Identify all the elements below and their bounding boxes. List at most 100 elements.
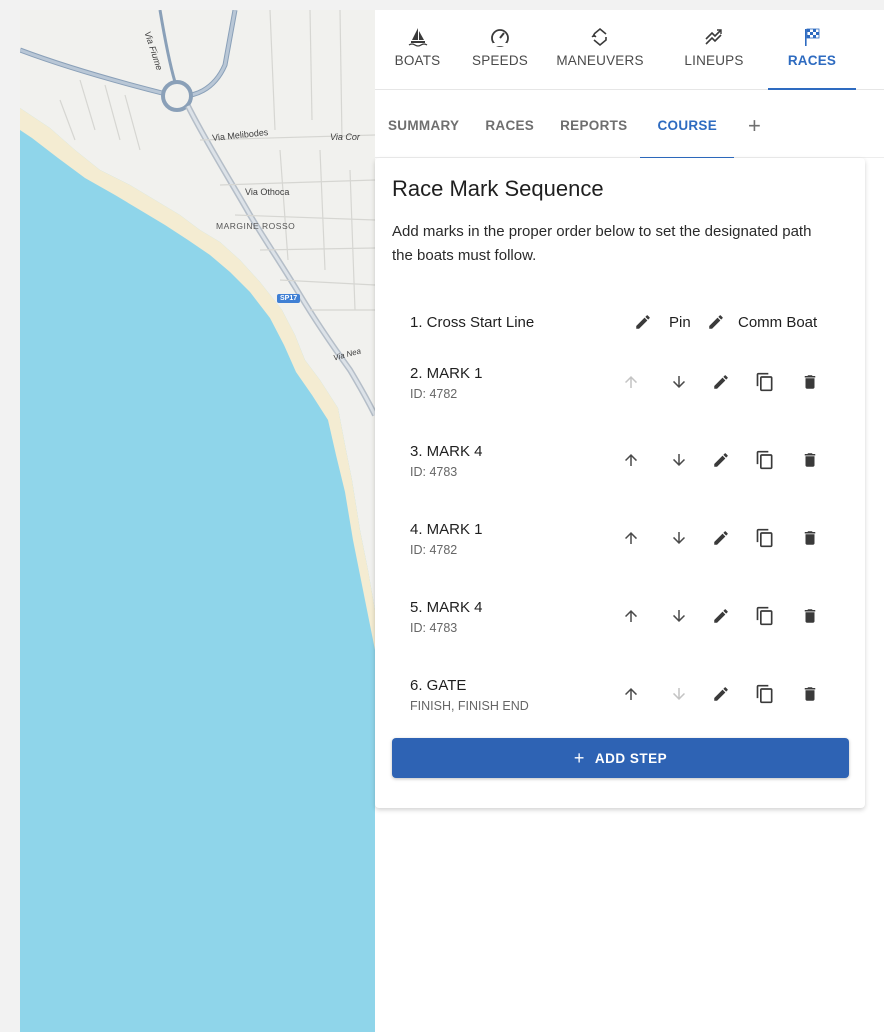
nav-label-lineups: LINEUPS bbox=[684, 53, 744, 68]
subtab-reports[interactable]: REPORTS bbox=[547, 94, 640, 158]
arrow-down-icon bbox=[670, 607, 688, 625]
map-label-via-othoca: Via Othoca bbox=[245, 187, 290, 197]
side-panel: BOATS SPEEDS MANEUVERS LINEUPS RACES SUM… bbox=[375, 10, 884, 1032]
arrow-down-icon bbox=[670, 685, 688, 703]
add-step-label: ADD STEP bbox=[594, 750, 668, 766]
step-row-4: 4. MARK 1 ID: 4782 bbox=[375, 502, 865, 580]
nav-tab-maneuvers[interactable]: MANEUVERS bbox=[540, 10, 660, 90]
pin-label: Pin bbox=[669, 314, 691, 331]
step-sub: ID: 4782 bbox=[410, 543, 458, 557]
app-root: Via Fiume Via Melibodes Via Cor Via Otho… bbox=[0, 0, 884, 1032]
subtab-summary[interactable]: SUMMARY bbox=[375, 94, 472, 158]
pencil-icon bbox=[712, 607, 730, 625]
arrow-down-icon bbox=[670, 373, 688, 391]
map-label-via-cor: Via Cor bbox=[330, 132, 360, 142]
race-mark-card: Race Mark Sequence Add marks in the prop… bbox=[375, 158, 865, 808]
step-name: 6. GATE bbox=[410, 677, 467, 694]
trash-icon bbox=[801, 529, 819, 547]
move-down-button[interactable] bbox=[667, 448, 691, 472]
nav-tab-races[interactable]: RACES bbox=[768, 10, 856, 90]
step-start-line: 1. Cross Start Line Pin Comm Boat bbox=[375, 294, 865, 344]
step-row-2: 2. MARK 1 ID: 4782 bbox=[375, 346, 865, 424]
lineup-lines-icon bbox=[703, 26, 725, 48]
copy-icon bbox=[755, 606, 775, 626]
delete-step-button[interactable] bbox=[798, 682, 822, 706]
step-sub: ID: 4783 bbox=[410, 621, 458, 635]
arrow-up-icon bbox=[622, 529, 640, 547]
card-description: Add marks in the proper order below to s… bbox=[392, 223, 812, 264]
duplicate-step-button[interactable] bbox=[753, 682, 777, 706]
copy-icon bbox=[755, 684, 775, 704]
copy-icon bbox=[755, 528, 775, 548]
nav-tab-boats[interactable]: BOATS bbox=[375, 10, 460, 90]
nav-label-races: RACES bbox=[787, 53, 837, 68]
checkered-flag-icon bbox=[801, 26, 823, 48]
add-tab-button[interactable]: + bbox=[734, 94, 775, 158]
trash-icon bbox=[801, 451, 819, 469]
edit-step-button[interactable] bbox=[709, 682, 733, 706]
duplicate-step-button[interactable] bbox=[753, 448, 777, 472]
delete-step-button[interactable] bbox=[798, 370, 822, 394]
duplicate-step-button[interactable] bbox=[753, 604, 777, 628]
step-sub: ID: 4782 bbox=[410, 387, 458, 401]
edit-step-button[interactable] bbox=[709, 604, 733, 628]
edit-comm-boat-button[interactable] bbox=[704, 310, 728, 334]
arrow-up-icon bbox=[622, 607, 640, 625]
duplicate-step-button[interactable] bbox=[753, 370, 777, 394]
map-label-margine-rosso: MARGINE ROSSO bbox=[216, 221, 296, 231]
subtab-course[interactable]: COURSE bbox=[640, 94, 734, 159]
delete-step-button[interactable] bbox=[798, 526, 822, 550]
top-nav: BOATS SPEEDS MANEUVERS LINEUPS RACES bbox=[375, 10, 884, 90]
pencil-icon bbox=[712, 685, 730, 703]
step-row-3: 3. MARK 4 ID: 4783 bbox=[375, 424, 865, 502]
step-row-6: 6. GATE FINISH, FINISH END bbox=[375, 658, 865, 736]
copy-icon bbox=[755, 372, 775, 392]
arrow-down-icon bbox=[670, 451, 688, 469]
move-up-button[interactable] bbox=[619, 526, 643, 550]
edit-step-button[interactable] bbox=[709, 370, 733, 394]
nav-label-boats: BOATS bbox=[394, 53, 441, 68]
pencil-icon bbox=[712, 529, 730, 547]
move-up-button[interactable] bbox=[619, 682, 643, 706]
delete-step-button[interactable] bbox=[798, 604, 822, 628]
step-sub: ID: 4783 bbox=[410, 465, 458, 479]
nav-label-maneuvers: MANEUVERS bbox=[556, 53, 644, 68]
arrow-down-icon bbox=[670, 529, 688, 547]
edit-step-button[interactable] bbox=[709, 448, 733, 472]
nav-tab-speeds[interactable]: SPEEDS bbox=[460, 10, 540, 90]
move-down-button[interactable] bbox=[667, 526, 691, 550]
card-title: Race Mark Sequence bbox=[392, 176, 604, 201]
step-name: 4. MARK 1 bbox=[410, 521, 483, 538]
duplicate-step-button[interactable] bbox=[753, 526, 777, 550]
arrow-up-icon bbox=[622, 373, 640, 391]
map-canvas bbox=[20, 10, 375, 650]
arrow-up-icon bbox=[622, 451, 640, 469]
move-up-button[interactable] bbox=[619, 604, 643, 628]
nav-label-speeds: SPEEDS bbox=[472, 53, 528, 68]
step-name: 2. MARK 1 bbox=[410, 365, 483, 382]
subtab-races[interactable]: RACES bbox=[472, 94, 547, 158]
move-up-button[interactable] bbox=[619, 448, 643, 472]
road-shield-sp17: SP17 bbox=[277, 294, 301, 303]
pencil-icon bbox=[634, 313, 652, 331]
nav-tab-lineups[interactable]: LINEUPS bbox=[660, 10, 768, 90]
edit-pin-button[interactable] bbox=[631, 310, 655, 334]
step-name: 5. MARK 4 bbox=[410, 599, 483, 616]
sub-tabs: SUMMARY RACES REPORTS COURSE + bbox=[375, 94, 884, 159]
copy-icon bbox=[755, 450, 775, 470]
comm-boat-label: Comm Boat bbox=[738, 314, 818, 331]
pencil-icon bbox=[712, 373, 730, 391]
speedometer-icon bbox=[489, 26, 511, 48]
tack-arrows-icon bbox=[589, 26, 611, 48]
map-view[interactable]: Via Fiume Via Melibodes Via Cor Via Otho… bbox=[20, 10, 375, 1032]
sailboat-icon bbox=[407, 26, 429, 48]
delete-step-button[interactable] bbox=[798, 448, 822, 472]
step-name: 3. MARK 4 bbox=[410, 443, 483, 460]
move-down-button bbox=[667, 682, 691, 706]
trash-icon bbox=[801, 685, 819, 703]
move-down-button[interactable] bbox=[667, 370, 691, 394]
add-step-button[interactable]: + ADD STEP bbox=[392, 738, 849, 778]
step-name: 1. Cross Start Line bbox=[410, 314, 535, 331]
edit-step-button[interactable] bbox=[709, 526, 733, 550]
move-down-button[interactable] bbox=[667, 604, 691, 628]
